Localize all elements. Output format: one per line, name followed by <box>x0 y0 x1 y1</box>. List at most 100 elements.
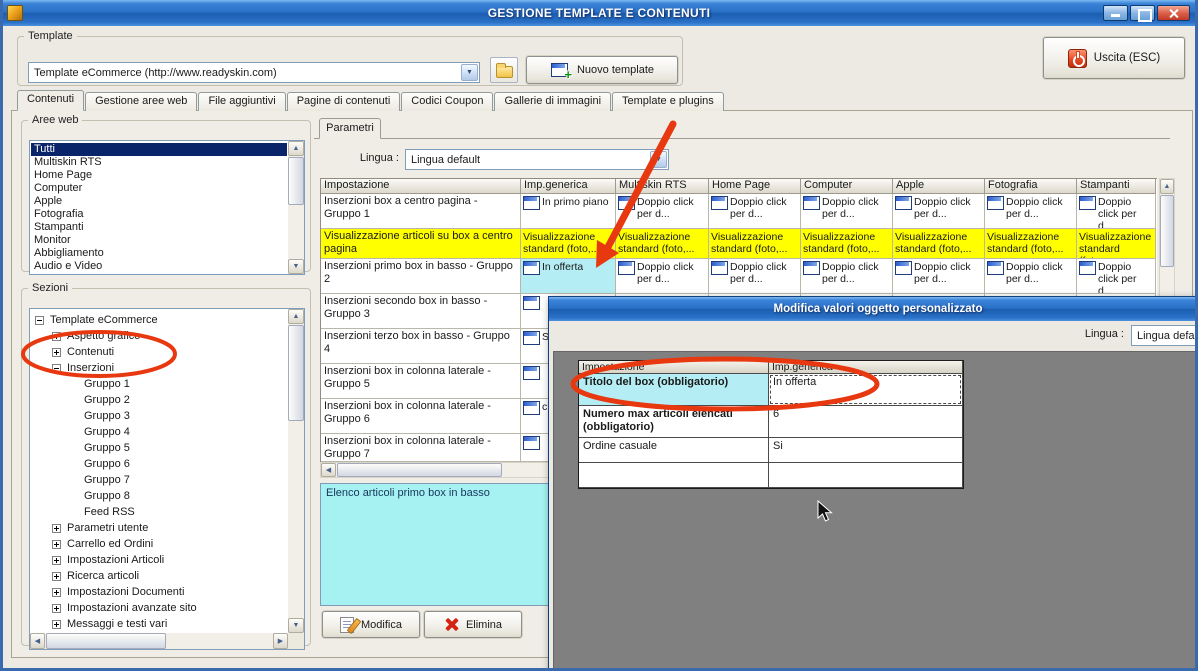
tree-item[interactable]: Carrello ed Ordini <box>31 536 287 552</box>
tree-item[interactable]: Aspetto grafico <box>31 328 287 344</box>
expand-icon[interactable] <box>52 571 61 581</box>
elimina-button[interactable]: Elimina <box>424 611 522 638</box>
tree-item[interactable]: Gruppo 7 <box>31 472 287 488</box>
value-cell[interactable]: Doppio click per d... <box>709 194 801 229</box>
new-template-button[interactable]: Nuovo template <box>526 56 678 84</box>
list-item[interactable]: Multiskin RTS <box>31 156 287 169</box>
dialog-value-cell[interactable]: In offerta <box>769 374 963 406</box>
value-cell[interactable]: Visualizzazione standard (foto,... <box>709 229 801 259</box>
aree-web-scrollbar[interactable] <box>288 141 304 274</box>
chevron-down-icon[interactable] <box>650 151 667 168</box>
setting-name-cell[interactable]: Inserzioni box a centro pagina - Gruppo … <box>321 194 521 229</box>
column-header[interactable]: Impostazione <box>321 179 521 194</box>
scroll-up-icon[interactable] <box>288 141 304 156</box>
tree-item[interactable]: Gruppo 1 <box>31 376 287 392</box>
tab-codici-coupon[interactable]: Codici Coupon <box>401 92 494 111</box>
modifica-button[interactable]: Modifica <box>322 611 420 638</box>
value-cell[interactable]: Doppio click per d... <box>801 194 893 229</box>
column-header[interactable]: Apple <box>893 179 985 194</box>
value-cell[interactable]: Doppio click per d... <box>893 194 985 229</box>
list-item[interactable]: Fotografia <box>31 208 287 221</box>
scroll-down-icon[interactable] <box>288 618 304 633</box>
tree-item[interactable]: Feed RSS <box>31 504 287 520</box>
expand-icon[interactable] <box>52 523 61 533</box>
scroll-up-icon[interactable] <box>1160 179 1174 194</box>
dialog-value-cell[interactable]: Si <box>769 438 963 463</box>
setting-name-cell[interactable]: Inserzioni box in colonna laterale - Gru… <box>321 364 521 399</box>
dialog-setting-name[interactable]: Titolo del box (obbligatorio) <box>579 374 769 406</box>
tree-item[interactable]: Gruppo 5 <box>31 440 287 456</box>
list-item[interactable]: Home Page <box>31 169 287 182</box>
scroll-left-icon[interactable] <box>321 463 336 477</box>
tree-item[interactable]: Impostazioni Documenti <box>31 584 287 600</box>
dialog-lingua-select[interactable]: Lingua default <box>1131 325 1195 346</box>
tree-item[interactable]: Messaggi e testi vari <box>31 616 287 632</box>
collapse-icon[interactable] <box>35 315 44 325</box>
dialog-value-cell[interactable]: 6 <box>769 406 963 438</box>
tab-gestione-aree-web[interactable]: Gestione aree web <box>85 92 198 111</box>
column-header[interactable]: Stampanti <box>1077 179 1156 194</box>
setting-name-cell[interactable]: Inserzioni box in colonna laterale - Gru… <box>321 434 521 462</box>
sezioni-hscrollbar[interactable] <box>30 633 288 649</box>
expand-icon[interactable] <box>52 603 61 613</box>
expand-icon[interactable] <box>52 587 61 597</box>
value-cell[interactable]: In primo piano <box>521 194 616 229</box>
value-cell[interactable]: Visualizzazione standard (foto,... <box>801 229 893 259</box>
value-cell[interactable]: Doppio click per d... <box>1077 259 1156 294</box>
value-cell[interactable]: Visualizzazione standard (foto,... <box>616 229 709 259</box>
collapse-icon[interactable] <box>52 363 61 373</box>
value-cell[interactable]: Doppio click per d... <box>1077 194 1156 229</box>
open-template-folder-button[interactable] <box>490 57 518 83</box>
tab-file-aggiuntivi[interactable]: File aggiuntivi <box>198 92 286 111</box>
value-cell[interactable]: Doppio click per d... <box>709 259 801 294</box>
scroll-thumb[interactable] <box>288 325 304 421</box>
value-cell[interactable]: Doppio click per d... <box>616 194 709 229</box>
tree-item[interactable]: Gruppo 2 <box>31 392 287 408</box>
expand-icon[interactable] <box>52 331 61 341</box>
setting-name-cell[interactable]: Inserzioni box in colonna laterale - Gru… <box>321 399 521 434</box>
expand-icon[interactable] <box>52 347 61 357</box>
list-item[interactable]: Tutti <box>31 143 287 156</box>
tree-item[interactable]: Ricerca articoli <box>31 568 287 584</box>
dialog-column-header[interactable]: Imp.generica <box>769 361 963 374</box>
list-item[interactable]: Audio e Video <box>31 260 287 273</box>
value-cell[interactable]: Visualizzazione standard (foto,... <box>1077 229 1156 259</box>
scroll-thumb[interactable] <box>46 633 166 649</box>
setting-name-cell[interactable]: Inserzioni primo box in basso - Gruppo 2 <box>321 259 521 294</box>
value-cell[interactable]: Doppio click per d... <box>985 259 1077 294</box>
tree-item[interactable]: Contenuti <box>31 344 287 360</box>
close-icon[interactable] <box>1157 5 1190 21</box>
sezioni-vscrollbar[interactable] <box>288 309 304 633</box>
minimize-icon[interactable] <box>1103 5 1128 21</box>
dialog-setting-name[interactable]: Numero max articoli elencati (obbligator… <box>579 406 769 438</box>
scroll-up-icon[interactable] <box>288 309 304 324</box>
dialog-column-header[interactable]: Impostazione <box>579 361 769 374</box>
chevron-down-icon[interactable] <box>461 64 478 81</box>
list-item[interactable]: Monitor <box>31 234 287 247</box>
column-header[interactable]: Multiskin RTS <box>616 179 709 194</box>
value-cell[interactable]: Visualizzazione standard (foto,... <box>521 229 616 259</box>
tree-item[interactable]: Parametri utente <box>31 520 287 536</box>
exit-button[interactable]: Uscita (ESC) <box>1043 37 1185 79</box>
setting-name-cell[interactable]: Inserzioni terzo box in basso - Gruppo 4 <box>321 329 521 364</box>
expand-icon[interactable] <box>52 539 61 549</box>
tree-item[interactable]: Template eCommerce <box>31 312 287 328</box>
column-header[interactable]: Home Page <box>709 179 801 194</box>
setting-name-cell[interactable]: Visualizzazione articoli su box a centro… <box>321 229 521 259</box>
scroll-left-icon[interactable] <box>30 633 45 649</box>
list-item[interactable]: Abbigliamento <box>31 247 287 260</box>
tab-gallerie-di-immagini[interactable]: Gallerie di immagini <box>494 92 612 111</box>
list-item[interactable]: Apple <box>31 195 287 208</box>
scroll-right-icon[interactable] <box>273 633 288 649</box>
lingua-select[interactable]: Lingua default <box>405 149 669 170</box>
scroll-thumb[interactable] <box>337 463 502 477</box>
column-header[interactable]: Imp.generica <box>521 179 616 194</box>
tree-item[interactable]: Impostazioni avanzate sito <box>31 600 287 616</box>
scroll-thumb[interactable] <box>288 157 304 205</box>
tab-contenuti[interactable]: Contenuti <box>17 90 85 111</box>
tree-item[interactable]: Inserzioni <box>31 360 287 376</box>
tab-template-e-plugins[interactable]: Template e plugins <box>612 92 724 111</box>
tree-item[interactable]: Gruppo 6 <box>31 456 287 472</box>
value-cell[interactable]: Doppio click per d... <box>985 194 1077 229</box>
template-select[interactable]: Template eCommerce (http://www.readyskin… <box>28 62 480 83</box>
